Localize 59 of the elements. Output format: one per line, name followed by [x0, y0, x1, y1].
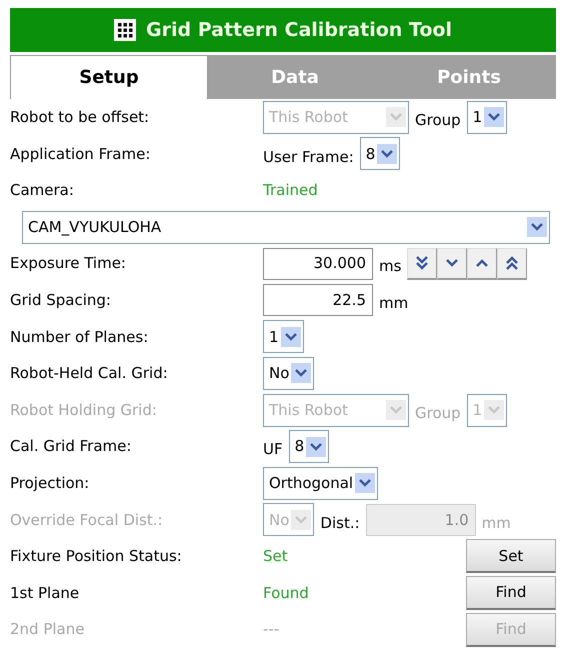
field-label: Fixture Position Status: [10, 546, 183, 568]
chevron-down-icon [310, 442, 322, 451]
chevron-down-icon [390, 113, 402, 122]
unit-label: mm [379, 293, 408, 314]
window-title: Grid Pattern Calibration Tool [146, 18, 452, 43]
double-chevron-up-icon [506, 256, 518, 270]
dropdown[interactable]: 1 [263, 320, 304, 354]
chevron-down-icon [295, 369, 308, 378]
chevron-down-icon [488, 113, 500, 122]
chevron-down-icon [531, 223, 543, 232]
chevron-down-icon [488, 406, 500, 414]
unit-label: User Frame: [263, 146, 354, 168]
input-field[interactable]: 22.5 [263, 284, 373, 316]
unit-label: mm [482, 512, 511, 534]
dropdown[interactable]: 8 [288, 430, 330, 464]
field-label: Application Frame: [10, 144, 152, 165]
chevron-up-icon [476, 259, 488, 268]
chevron-down-icon [284, 332, 297, 341]
dropdown[interactable]: No [263, 356, 314, 390]
status-text: Found [263, 582, 310, 604]
chevron-down-icon [295, 516, 308, 524]
field-label: Grid Spacing: [10, 290, 112, 312]
field-label: Number of Planes: [10, 326, 150, 348]
tab[interactable]: Setup [10, 55, 208, 99]
field-label: Robot-Held Cal. Grid: [10, 363, 169, 384]
step-button[interactable] [437, 248, 468, 280]
double-chevron-down-icon [416, 256, 428, 270]
input-field[interactable]: 30.000 [263, 248, 373, 280]
step-button[interactable] [497, 248, 528, 280]
field-label: 2nd Plane [10, 619, 86, 640]
step-button[interactable] [467, 248, 498, 280]
field-label: Cal. Grid Frame: [10, 436, 132, 458]
chevron-down-icon [390, 406, 402, 414]
action-button[interactable]: Set [466, 539, 556, 574]
unit-label: Group [415, 110, 461, 132]
status-text: Trained [263, 180, 319, 202]
unit-label: UF [263, 439, 283, 460]
chevron-down-icon [446, 259, 458, 268]
status-text: Set [263, 546, 289, 568]
dropdown[interactable]: Orthogonal [263, 466, 378, 500]
dropdown[interactable]: 8 [360, 137, 400, 170]
field-label: Robot to be offset: [10, 107, 150, 128]
step-button[interactable] [407, 248, 438, 280]
field-label: Projection: [10, 472, 90, 494]
dropdown[interactable]: 1 [466, 100, 508, 134]
status-text: --- [263, 619, 280, 640]
grid-icon [114, 19, 136, 41]
action-button[interactable]: Find [466, 576, 556, 610]
field-label: Camera: [10, 180, 75, 202]
unit-label: ms [379, 256, 402, 278]
unit-label: Dist.: [320, 512, 360, 534]
field-label: Robot Holding Grid: [10, 400, 158, 421]
dropdown[interactable]: CAM_VYUKULOHA [22, 210, 550, 244]
chevron-down-icon [359, 479, 372, 488]
field-label: 1st Plane [10, 582, 80, 604]
field-label: Override Focal Dist.: [10, 510, 164, 531]
unit-label: Group [415, 402, 461, 424]
field-label: Exposure Time: [10, 253, 127, 274]
chevron-down-icon [381, 150, 394, 158]
